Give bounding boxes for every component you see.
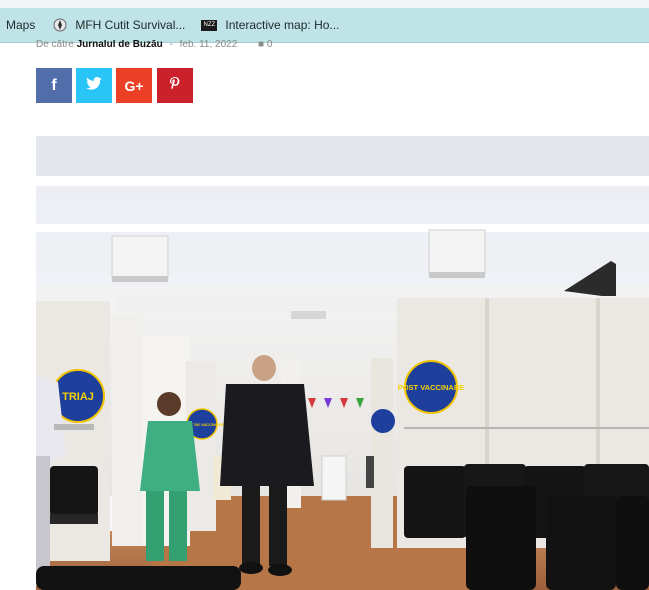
author-link[interactable]: Jurnalul de Buzău (77, 40, 163, 50)
google-plus-share-button[interactable]: G+ (116, 68, 152, 103)
bookmark-interactive-map[interactable]: NZZ Interactive map: Ho... (193, 8, 347, 42)
bookmark-mfh-cutit[interactable]: MFH Cutit Survival... (45, 8, 193, 42)
bookmark-label: Maps (6, 18, 36, 32)
byline-separator: - (169, 40, 173, 50)
pinterest-icon (170, 76, 180, 95)
bookmark-label: Interactive map: Ho... (225, 18, 340, 32)
facebook-share-button[interactable]: f (36, 68, 72, 103)
bookmark-maps[interactable]: Maps (0, 8, 45, 42)
twitter-share-button[interactable] (76, 68, 112, 103)
pinterest-share-button[interactable] (157, 68, 193, 103)
post-vaccination-sign: POST VACCINARE (398, 383, 465, 392)
compass-icon (53, 18, 67, 32)
comment-icon: ■ (258, 40, 265, 50)
article-byline: De către Jurnalul de Buzău - feb. 11, 20… (36, 40, 272, 50)
triage-sign: TRIAJ (62, 391, 94, 403)
post-date: feb. 11, 2022 (179, 40, 238, 50)
google-plus-icon: G+ (124, 77, 144, 94)
vaccination-center-photo: TRIAJ PUNCT DE VACCINARE POST VACCINARE (36, 136, 649, 590)
article-featured-photo: TRIAJ PUNCT DE VACCINARE POST VACCINARE (36, 136, 649, 590)
bookmarks-bar: Maps MFH Cutit Survival... NZZ Interacti… (0, 8, 649, 43)
nzz-icon: NZZ (201, 19, 218, 31)
comment-count[interactable]: ■ 0 (258, 40, 272, 50)
byline-prefix: De către (36, 40, 74, 50)
facebook-icon: f (51, 76, 57, 94)
comment-count-value: 0 (266, 40, 273, 50)
twitter-icon (86, 76, 102, 95)
browser-top-strip (0, 0, 649, 8)
bookmark-label: MFH Cutit Survival... (75, 18, 186, 32)
